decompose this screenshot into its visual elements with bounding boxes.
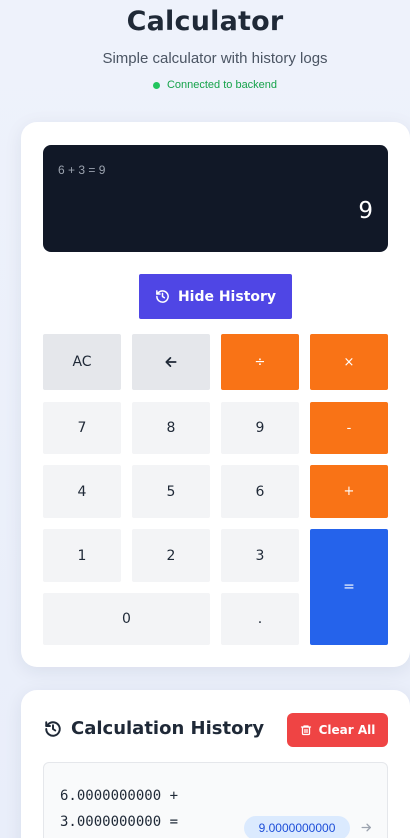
calculator-display: 6 + 3 = 9 9	[43, 145, 388, 252]
divide-key[interactable]: ÷	[221, 334, 299, 390]
arrow-left-icon	[165, 357, 177, 367]
hide-history-button[interactable]: Hide History	[139, 274, 292, 319]
backspace-key[interactable]	[132, 334, 210, 390]
clear-key[interactable]: AC	[43, 334, 121, 390]
minus-key[interactable]: -	[310, 402, 388, 454]
history-result-badge: 9.0000000000	[244, 816, 350, 838]
display-expression: 6 + 3 = 9	[58, 163, 106, 177]
history-icon	[45, 720, 61, 737]
digit-7-key[interactable]: 7	[43, 402, 121, 454]
history-heading: Calculation History	[44, 718, 264, 739]
connection-status-text: Connected to backend	[166, 79, 278, 91]
page-title: Calculator	[126, 6, 284, 37]
digit-2-key[interactable]: 2	[132, 529, 210, 582]
history-expression-line: 3.0000000000 =	[60, 814, 179, 830]
decimal-key[interactable]: .	[221, 593, 299, 645]
digit-3-key[interactable]: 3	[221, 529, 299, 582]
page-subtitle: Simple calculator with history logs	[102, 50, 328, 67]
history-icon	[156, 290, 169, 303]
hide-history-label: Hide History	[177, 288, 277, 305]
digit-8-key[interactable]: 8	[132, 402, 210, 454]
display-value: 9	[358, 198, 373, 224]
digit-1-key[interactable]: 1	[43, 529, 121, 582]
history-title: Calculation History	[71, 718, 265, 739]
clear-all-label: Clear All	[318, 723, 376, 737]
multiply-key[interactable]: ×	[310, 334, 388, 390]
digit-0-key[interactable]: 0	[43, 593, 210, 645]
history-item[interactable]: 6.0000000000 + 3.0000000000 = 9.00000000…	[43, 762, 388, 838]
digit-4-key[interactable]: 4	[43, 465, 121, 518]
status-dot-icon	[152, 81, 160, 89]
digit-5-key[interactable]: 5	[132, 465, 210, 518]
digit-9-key[interactable]: 9	[221, 402, 299, 454]
history-expression-line: 6.0000000000 +	[60, 788, 179, 804]
use-result-arrow-icon[interactable]	[358, 818, 374, 836]
history-expression: 6.0000000000 + 3.0000000000 =	[60, 783, 178, 835]
trash-icon	[300, 725, 311, 736]
plus-key[interactable]: +	[310, 465, 388, 518]
clear-all-button[interactable]: Clear All	[287, 713, 388, 747]
equals-key[interactable]: =	[310, 529, 388, 645]
digit-6-key[interactable]: 6	[221, 465, 299, 518]
connection-status: Connected to backend	[0, 79, 410, 91]
